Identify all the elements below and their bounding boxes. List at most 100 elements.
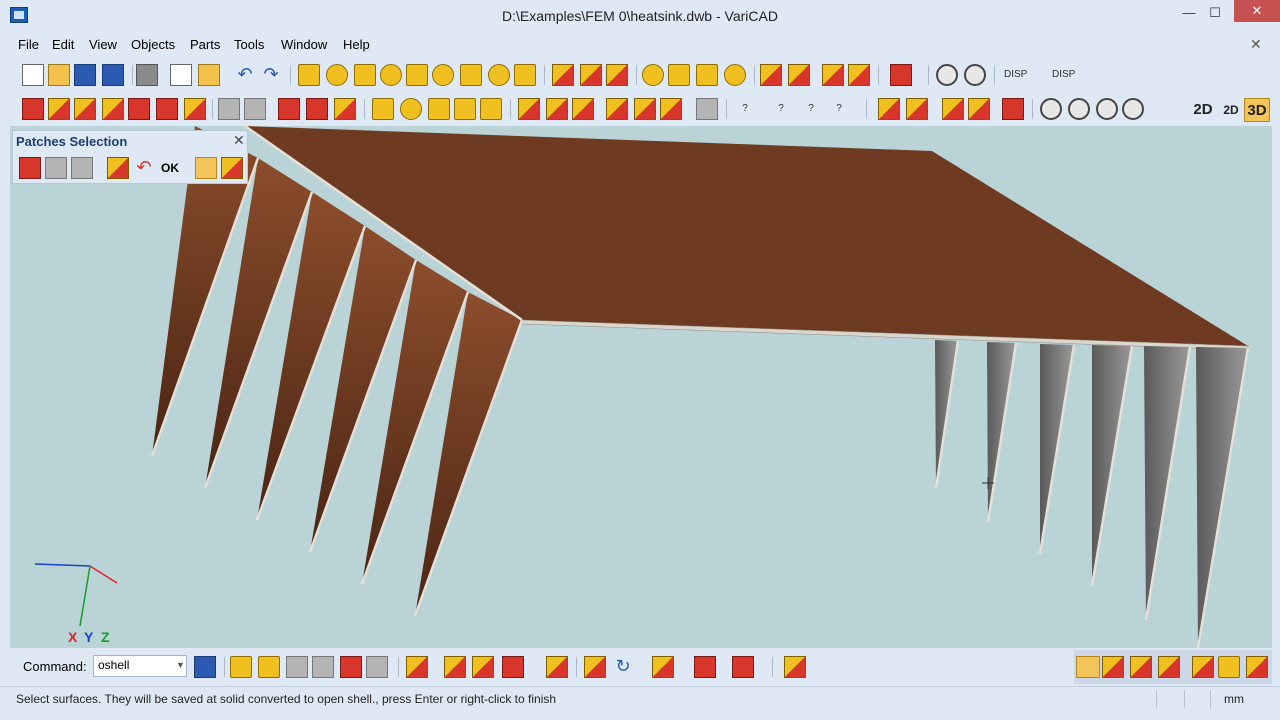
group-icon[interactable]	[606, 98, 628, 120]
query-2-icon[interactable]: ?	[770, 98, 792, 120]
sweep-solid-icon[interactable]	[460, 64, 482, 86]
transform-icon[interactable]	[74, 98, 96, 120]
boolean-cut-icon[interactable]	[788, 64, 810, 86]
undo-icon[interactable]: ↶	[234, 64, 256, 86]
display-options-icon[interactable]: DISP	[1004, 64, 1027, 86]
zoom-next-icon[interactable]	[1122, 98, 1144, 120]
boolean-add-icon[interactable]	[760, 64, 782, 86]
revolve-solid-icon[interactable]	[432, 64, 454, 86]
new-file-icon[interactable]	[22, 64, 44, 86]
document-close-icon[interactable]: ✕	[1250, 36, 1262, 53]
zoom-all-icon[interactable]	[964, 64, 986, 86]
assembly-icon[interactable]	[518, 98, 540, 120]
clear-all-icon[interactable]	[732, 656, 754, 678]
assembly-2-icon[interactable]	[546, 98, 568, 120]
bolt-icon[interactable]	[400, 98, 422, 120]
print-icon[interactable]	[136, 64, 158, 86]
mode-3d-button[interactable]: 3D	[1244, 98, 1270, 122]
delete-icon[interactable]	[22, 98, 44, 120]
cross-section-icon[interactable]	[278, 98, 300, 120]
deselect-patches-icon[interactable]	[221, 157, 243, 179]
snap-list-icon[interactable]	[546, 656, 568, 678]
snap-grid-3-icon[interactable]	[366, 656, 388, 678]
snap-edge-icon[interactable]	[286, 656, 308, 678]
add-patch-icon[interactable]	[107, 157, 129, 179]
snap-box-icon[interactable]	[230, 656, 252, 678]
heatsink-model[interactable]	[10, 126, 1272, 648]
surface-icon[interactable]	[334, 98, 356, 120]
menu-parts[interactable]: Parts	[190, 37, 220, 52]
properties-icon[interactable]	[696, 98, 718, 120]
blend-icon[interactable]	[454, 98, 476, 120]
rotate-view-icon[interactable]	[584, 656, 606, 678]
blend-2-icon[interactable]	[480, 98, 502, 120]
snap-midpoint-icon[interactable]	[472, 656, 494, 678]
ok-confirm-button[interactable]: OK	[159, 157, 181, 179]
selection-mode-2-icon[interactable]	[1102, 656, 1124, 678]
pipe-solid-icon[interactable]	[488, 64, 510, 86]
snap-point-icon[interactable]	[406, 656, 428, 678]
command-input[interactable]: oshell	[93, 655, 187, 677]
mode-2d-button[interactable]: 2D	[1190, 98, 1216, 122]
select-solid-icon[interactable]	[19, 157, 41, 179]
cylinder-solid-icon[interactable]	[326, 64, 348, 86]
redo-icon[interactable]: ↷	[260, 64, 282, 86]
chamfer-icon[interactable]	[696, 64, 718, 86]
measure-2-icon[interactable]	[156, 98, 178, 120]
array-icon[interactable]	[942, 98, 964, 120]
display-shaded-icon[interactable]	[1218, 656, 1240, 678]
group-2-icon[interactable]	[634, 98, 656, 120]
query-3-icon[interactable]: ?	[800, 98, 822, 120]
3d-viewport[interactable]	[10, 126, 1272, 648]
section-cut-icon[interactable]	[306, 98, 328, 120]
save-file-icon[interactable]	[74, 64, 96, 86]
select-face-icon[interactable]	[45, 157, 67, 179]
move-solid-icon[interactable]	[552, 64, 574, 86]
array-2-icon[interactable]	[968, 98, 990, 120]
wireframe-icon[interactable]	[218, 98, 240, 120]
shell-icon[interactable]	[372, 98, 394, 120]
open-file-icon[interactable]	[48, 64, 70, 86]
maximize-button[interactable]: ☐	[1198, 0, 1232, 26]
snap-center-icon[interactable]	[444, 656, 466, 678]
menu-tools[interactable]: Tools	[234, 37, 264, 52]
transform-solid-icon[interactable]	[606, 64, 628, 86]
layers-icon[interactable]	[784, 656, 806, 678]
selection-mode-3-icon[interactable]	[1130, 656, 1152, 678]
close-window-button[interactable]: ✕	[1234, 0, 1280, 22]
save-all-icon[interactable]	[102, 64, 124, 86]
snap-face-icon[interactable]	[258, 656, 280, 678]
zoom-out-icon[interactable]	[1068, 98, 1090, 120]
explode-icon[interactable]	[1002, 98, 1024, 120]
undo-selection-icon[interactable]: ↶	[133, 157, 155, 179]
menu-objects[interactable]: Objects	[131, 37, 175, 52]
menu-edit[interactable]: Edit	[52, 37, 74, 52]
copy-solid-icon[interactable]	[580, 64, 602, 86]
sphere-solid-icon[interactable]	[380, 64, 402, 86]
menu-view[interactable]: View	[89, 37, 117, 52]
mirror-icon[interactable]	[48, 98, 70, 120]
clear-selection-icon[interactable]	[694, 656, 716, 678]
selection-mode-active-icon[interactable]	[1076, 656, 1100, 678]
snap-end-icon[interactable]	[502, 656, 524, 678]
move-icon[interactable]	[878, 98, 900, 120]
zoom-window-icon[interactable]	[936, 64, 958, 86]
mode-2d-3d-button[interactable]: 2D	[1218, 98, 1244, 122]
selection-mode-4-icon[interactable]	[1158, 656, 1180, 678]
command-dropdown-icon[interactable]: ▼	[176, 660, 185, 670]
rotate-icon[interactable]	[906, 98, 928, 120]
display-color-icon[interactable]	[1246, 656, 1268, 678]
menu-window[interactable]: Window	[281, 37, 327, 52]
cone-solid-icon[interactable]	[354, 64, 376, 86]
query-4-icon[interactable]: ?	[828, 98, 850, 120]
zoom-previous-icon[interactable]	[1096, 98, 1118, 120]
hole-icon[interactable]	[642, 64, 664, 86]
panel-close-icon[interactable]: ✕	[233, 132, 245, 149]
scale-icon[interactable]	[102, 98, 124, 120]
loft-solid-icon[interactable]	[514, 64, 536, 86]
query-icon[interactable]: ?	[734, 98, 756, 120]
thread-icon[interactable]	[724, 64, 746, 86]
measure-icon[interactable]	[128, 98, 150, 120]
view-options-icon[interactable]	[652, 656, 674, 678]
command-export-icon[interactable]	[194, 656, 216, 678]
